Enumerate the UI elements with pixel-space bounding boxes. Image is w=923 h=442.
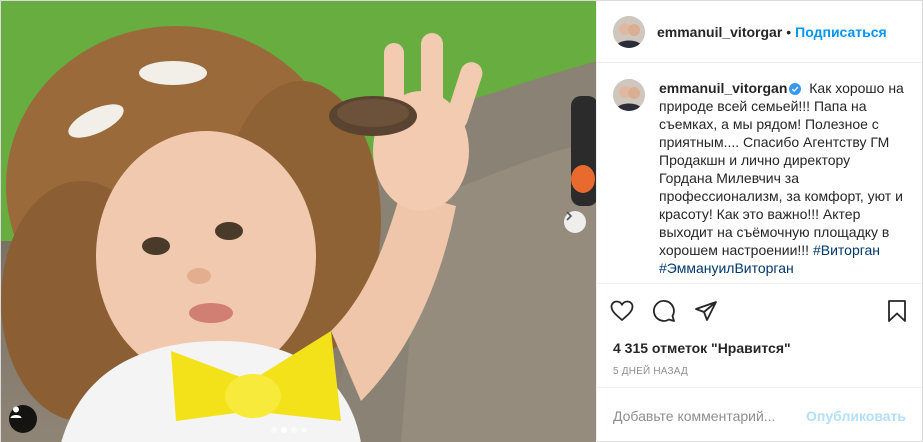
avatar[interactable] [613, 15, 645, 48]
chevron-right-icon [566, 211, 573, 221]
carousel-dot [291, 427, 297, 433]
carousel-dot-active [281, 427, 287, 433]
like-button[interactable] [609, 298, 635, 324]
avatar[interactable] [613, 79, 645, 111]
share-icon [695, 300, 717, 321]
save-button[interactable] [884, 298, 910, 324]
comment-form: Добавьте комментарий... Опубликовать [597, 387, 922, 442]
publish-button[interactable]: Опубликовать [806, 408, 906, 424]
carousel-dot [271, 427, 277, 433]
post-photo[interactable] [1, 1, 596, 442]
avatar-image [613, 79, 645, 111]
heart-icon [610, 300, 634, 321]
tagged-users-button[interactable] [9, 405, 37, 433]
caption-text-block: emmanuil_vitorgan Как хорошо на природе … [659, 79, 906, 283]
caption-username[interactable]: emmanuil_vitorgan [659, 80, 787, 96]
post-header: emmanuil_vitorgar • Подписаться [597, 1, 922, 63]
next-slide-button[interactable] [564, 211, 586, 233]
post-sidebar: emmanuil_vitorgar • Подписаться emmanuil… [596, 1, 922, 442]
avatar-image [613, 15, 645, 48]
user-icon [10, 406, 22, 418]
header-username[interactable]: emmanuil_vitorgar [657, 24, 782, 40]
likes-count[interactable]: 4 315 отметок "Нравится" [597, 337, 922, 359]
comment-button[interactable] [651, 298, 677, 324]
comment-input[interactable]: Добавьте комментарий... [613, 408, 806, 424]
hashtag-link[interactable]: #ЭммануилВиторган [659, 260, 794, 276]
post-date[interactable]: 5 дней назад [597, 359, 922, 387]
verified-badge-icon [789, 83, 802, 95]
bookmark-icon [888, 299, 906, 322]
carousel-indicator [271, 427, 307, 433]
photo-illustration [1, 1, 596, 442]
carousel-dot [301, 427, 307, 433]
comment-icon [653, 299, 675, 322]
follow-button[interactable]: Подписаться [795, 24, 887, 40]
separator: • [786, 23, 792, 40]
caption-text: Как хорошо на природе всей семьей!!! Пап… [659, 80, 904, 258]
caption: emmanuil_vitorgan Как хорошо на природе … [597, 63, 922, 283]
share-button[interactable] [693, 298, 719, 324]
hashtag-link[interactable]: #Виторган [813, 242, 880, 258]
instagram-post: emmanuil_vitorgar • Подписаться emmanuil… [0, 0, 923, 442]
action-bar [597, 283, 922, 337]
